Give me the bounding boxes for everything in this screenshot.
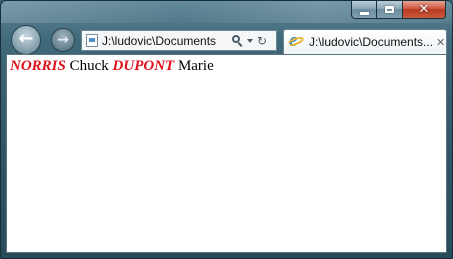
last-name: NORRIS <box>10 58 66 74</box>
back-button[interactable]: ← <box>11 25 41 55</box>
names-line: NORRIS Chuck DUPONT Marie <box>10 58 214 75</box>
first-name: Chuck <box>69 58 109 74</box>
address-bar[interactable]: J:\ludovic\Documents ↻ <box>81 30 277 51</box>
address-url[interactable]: J:\ludovic\Documents <box>102 34 230 48</box>
browser-window: ✕ ← → J:\ludovic\Documents ↻ e J:\ludovi… <box>0 0 453 259</box>
forward-button[interactable]: → <box>51 28 75 52</box>
tab-title: J:\ludovic\Documents... <box>309 35 433 49</box>
minimize-button[interactable] <box>351 1 377 19</box>
address-tools: ↻ <box>232 34 267 47</box>
search-icon[interactable] <box>232 34 244 47</box>
close-icon: ✕ <box>418 2 430 17</box>
close-icon[interactable]: ✕ <box>436 37 445 48</box>
refresh-icon[interactable]: ↻ <box>257 35 267 47</box>
close-window-button[interactable]: ✕ <box>403 1 446 19</box>
page-content: NORRIS Chuck DUPONT Marie <box>6 54 447 253</box>
last-name: DUPONT <box>112 58 175 74</box>
tab-active[interactable]: e J:\ludovic\Documents... ✕ <box>283 29 447 54</box>
minimize-icon <box>359 11 369 15</box>
maximize-button[interactable] <box>377 1 403 19</box>
maximize-icon <box>385 6 394 13</box>
page-icon <box>86 34 98 47</box>
first-name: Marie <box>177 58 214 74</box>
back-arrow-icon: ← <box>18 28 34 49</box>
window-caption-buttons: ✕ <box>351 1 446 20</box>
forward-arrow-icon: → <box>57 31 69 48</box>
chevron-down-icon[interactable] <box>247 38 253 43</box>
internet-explorer-icon: e <box>286 31 305 50</box>
